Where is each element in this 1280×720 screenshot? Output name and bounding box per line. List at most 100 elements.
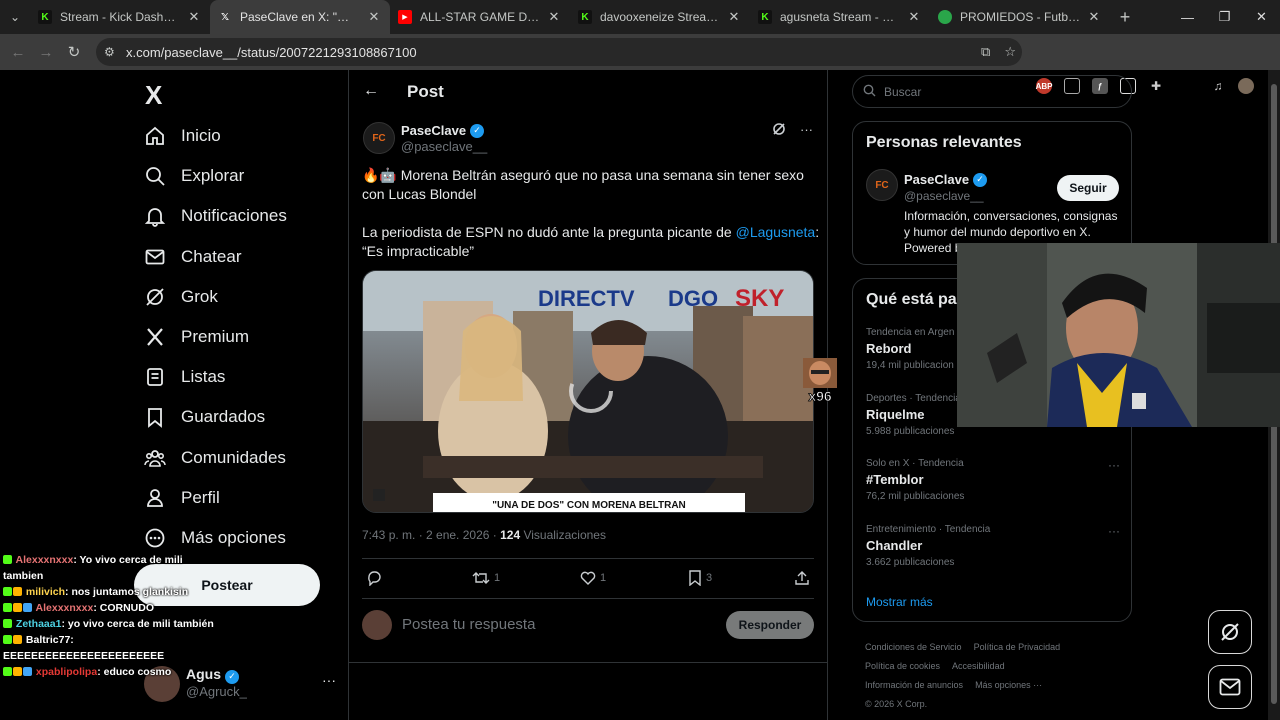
window-controls: — ❐ ✕	[1169, 0, 1280, 34]
chat-username: Alexxxnxxx	[15, 554, 74, 566]
puzzle-icon[interactable]: ✚	[1148, 78, 1164, 94]
nav-item-grok[interactable]: Grok	[142, 277, 218, 317]
video-logo: DGO	[668, 286, 718, 311]
follow-button[interactable]: Seguir	[1057, 175, 1119, 201]
reply-button[interactable]	[366, 570, 386, 586]
close-tab-icon[interactable]: ✕	[546, 9, 562, 25]
nav-item-perfil[interactable]: Perfil	[142, 478, 220, 518]
chat-message: Alexxxnxxx: CORNUDO	[0, 600, 220, 616]
back-button[interactable]: ←	[4, 44, 32, 61]
close-tab-icon[interactable]: ✕	[1086, 9, 1102, 25]
chat-text: : nos juntamos glankisin	[65, 586, 189, 598]
show-more-link[interactable]: Mostrar más	[866, 595, 933, 609]
trend-context: Solo en X · Tendencia	[866, 458, 964, 469]
emote-count: x96	[808, 388, 832, 404]
chat-username: Baltric77	[25, 634, 71, 646]
browser-tab[interactable]: Kdavooxeneize Stream - Watch ✕	[570, 0, 750, 34]
nav-item-notificaciones[interactable]: Notificaciones	[142, 196, 287, 236]
relevant-name[interactable]: PaseClave ✓	[904, 172, 988, 187]
video-play-control[interactable]	[373, 489, 385, 501]
reload-button[interactable]: ↻	[60, 43, 88, 61]
close-tab-icon[interactable]: ✕	[726, 9, 742, 25]
site-info-icon[interactable]: ⚙	[104, 45, 120, 59]
main-column: ← Post FC PaseClave ✓ @paseclave__ ··· 🔥🤖…	[348, 70, 828, 720]
author-avatar[interactable]: FC	[363, 122, 395, 154]
page-title: Post	[407, 82, 444, 101]
reply-submit-button[interactable]: Responder	[726, 611, 814, 639]
address-bar[interactable]: ⚙ x.com/paseclave__/status/2007221293108…	[96, 38, 1022, 66]
chat-message: milivich: nos juntamos glankisin	[0, 584, 220, 600]
browser-tab[interactable]: K Stream - Kick Dashboard ✕	[30, 0, 210, 34]
nav-item-premium[interactable]: Premium	[142, 317, 249, 357]
badge-icon	[13, 603, 22, 612]
close-window-button[interactable]: ✕	[1243, 0, 1280, 34]
browser-tab[interactable]: 𝕏 PaseClave en X: "🔥🤖 Morena ✕	[210, 0, 390, 34]
chat-text: : yo vivo cerca de mili también	[61, 618, 214, 630]
verified-badge-icon: ✓	[973, 172, 988, 187]
footer-link[interactable]: Información de anuncios	[865, 680, 963, 690]
more-icon[interactable]: ···	[800, 122, 813, 139]
badge-icon	[3, 603, 12, 612]
nav-item-comunidades[interactable]: Comunidades	[142, 438, 286, 478]
card-title: Personas relevantes	[866, 134, 1022, 151]
search-input[interactable]: Buscar	[852, 75, 1132, 108]
trend-item[interactable]: Entretenimiento · Tendencia Chandler 3.662…	[866, 524, 1120, 568]
more-icon[interactable]: ···	[322, 672, 336, 688]
trend-context: Entretenimiento · Tendencia	[866, 523, 991, 535]
footer-link[interactable]: Más opciones ···	[975, 680, 1042, 690]
x-icon	[142, 324, 168, 350]
chat-message: Zethaaa1: yo vivo cerca de mili también	[0, 616, 220, 632]
close-tab-icon[interactable]: ✕	[366, 9, 382, 25]
webcam-overlay	[957, 243, 1280, 427]
author-name[interactable]: PaseClave ✓	[401, 123, 485, 138]
author-handle[interactable]: @paseclave__	[401, 139, 487, 154]
browser-tab[interactable]: ▶ ALL-STAR GAME DE LA COPA ✕	[390, 0, 570, 34]
browser-tab[interactable]: PROMIEDOS - Futbol Argentino ✕	[930, 0, 1110, 34]
reply-input[interactable]: Postea tu respuesta	[402, 616, 535, 633]
more-icon[interactable]: ···	[1108, 458, 1120, 472]
list-icon	[142, 364, 168, 390]
mention-link[interactable]: @Lagusneta	[736, 224, 816, 240]
share-button[interactable]	[794, 570, 810, 586]
new-tab-button[interactable]: +	[1110, 7, 1140, 28]
minimize-button[interactable]: —	[1169, 0, 1206, 34]
post-video[interactable]: DIRECTV DGO SKY "UNA DE DOS" CON MORENA …	[362, 270, 814, 513]
nav-item-chatear[interactable]: Chatear	[142, 237, 241, 277]
close-tab-icon[interactable]: ✕	[186, 9, 202, 25]
nav-item-label: Comunidades	[181, 447, 286, 467]
install-app-icon[interactable]: ⧉	[981, 44, 990, 60]
grok-floating-button[interactable]	[1208, 610, 1252, 654]
badge-icon	[13, 667, 22, 676]
bookmark-button[interactable]: 3	[688, 570, 712, 586]
repost-button[interactable]: 1	[472, 570, 500, 586]
nav-item-guardados[interactable]: Guardados	[142, 397, 265, 437]
grok-icon[interactable]	[772, 122, 786, 139]
messages-floating-button[interactable]	[1208, 665, 1252, 709]
post-timestamp[interactable]: 7:43 p. m. · 2 ene. 2026 ·	[362, 528, 500, 542]
x-logo-icon[interactable]: X	[145, 80, 162, 111]
post-meta: 7:43 p. m. · 2 ene. 2026 · 124 Visualiza…	[362, 528, 606, 542]
close-tab-icon[interactable]: ✕	[906, 9, 922, 25]
bookmark-star-icon[interactable]: ☆	[1004, 44, 1016, 60]
footer-link[interactable]: Condiciones de Servicio	[865, 642, 962, 652]
maximize-button[interactable]: ❐	[1206, 0, 1243, 34]
like-button[interactable]: 1	[580, 570, 606, 586]
badge-icon	[23, 667, 32, 676]
chat-username: milivich	[25, 586, 66, 598]
more-icon[interactable]: ···	[1108, 524, 1120, 538]
nav-item-inicio[interactable]: Inicio	[142, 116, 221, 156]
tab-search-button[interactable]: ⌄	[0, 0, 30, 34]
back-arrow-icon[interactable]: ←	[363, 82, 379, 100]
footer-link[interactable]: Accesibilidad	[952, 661, 1005, 671]
footer-link[interactable]: Política de Privacidad	[974, 642, 1061, 652]
avatar[interactable]: FC	[866, 169, 898, 201]
media-control-icon[interactable]: ♫	[1210, 78, 1226, 94]
trend-item[interactable]: Solo en X · Tendencia #Temblor 76,2 mil pu…	[866, 458, 1120, 502]
forward-button[interactable]: →	[32, 44, 60, 61]
divider	[349, 662, 827, 663]
nav-item-explorar[interactable]: Explorar	[142, 156, 244, 196]
profile-avatar[interactable]	[1238, 78, 1254, 94]
browser-tab[interactable]: Kagusneta Stream - Watch Live ✕	[750, 0, 930, 34]
nav-item-listas[interactable]: Listas	[142, 357, 225, 397]
footer-link[interactable]: Política de cookies	[865, 661, 940, 671]
